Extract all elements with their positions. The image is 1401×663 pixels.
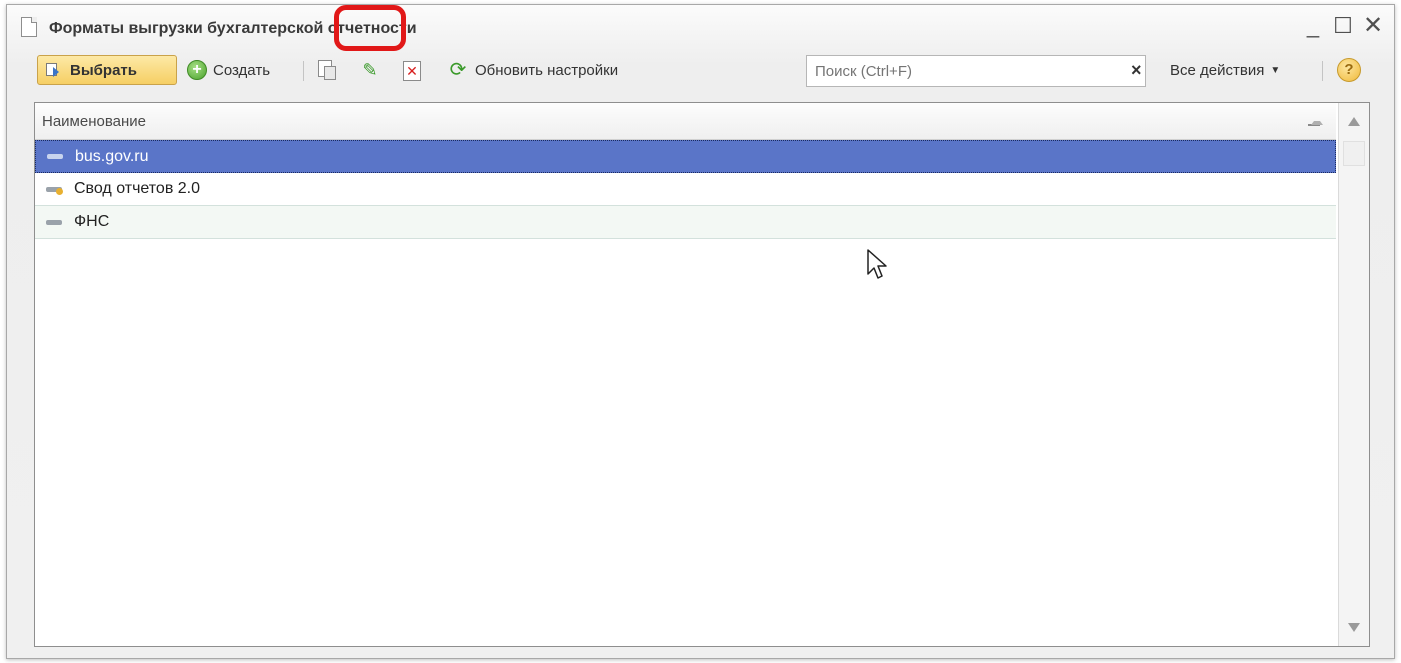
refresh-icon: ⟳ xyxy=(449,59,467,81)
select-icon xyxy=(44,61,64,79)
mouse-cursor-icon xyxy=(867,249,887,279)
copy-icon[interactable] xyxy=(316,59,338,81)
toolbar-separator xyxy=(303,61,304,81)
plus-icon: + xyxy=(187,60,207,80)
select-button-label: Выбрать xyxy=(70,61,137,79)
title-bar: Форматы выгрузки бухгалтерской отчетност… xyxy=(7,5,1394,49)
create-button-label: Создать xyxy=(213,61,271,79)
column-header-label: Наименование xyxy=(42,113,146,130)
chevron-down-icon: ▼ xyxy=(1270,64,1281,76)
scroll-thumb[interactable] xyxy=(1343,141,1365,166)
list-item-label: Свод отчетов 2.0 xyxy=(74,180,201,197)
select-button[interactable]: Выбрать xyxy=(37,55,177,85)
all-actions-menu[interactable]: Все действия ▼ xyxy=(1170,55,1280,85)
create-button[interactable]: + Создать xyxy=(187,55,270,85)
column-header-name[interactable]: Наименование xyxy=(35,103,1336,140)
pencil-icon: ✎ xyxy=(362,60,378,80)
list-item[interactable]: ФНС xyxy=(35,206,1336,239)
edit-button-highlight xyxy=(334,5,406,51)
scroll-up-icon[interactable] xyxy=(1348,117,1360,126)
toolbar: Выбрать + Создать ✎ ✕ ⟳ Обновить настрой… xyxy=(7,51,1394,87)
list-item-label: ФНС xyxy=(74,213,110,230)
list-item-label: bus.gov.ru xyxy=(75,147,149,165)
search-input[interactable] xyxy=(806,55,1146,87)
list-item[interactable]: Свод отчетов 2.0 xyxy=(35,173,1336,206)
item-icon xyxy=(46,219,62,225)
search-clear-button[interactable]: × xyxy=(1131,60,1142,81)
formats-list: Наименование bus.gov.ru Свод отчетов 2.0… xyxy=(34,102,1370,647)
close-button[interactable]: ✕ xyxy=(1362,14,1384,38)
edit-button[interactable]: ✎ xyxy=(359,59,381,81)
refresh-settings-button[interactable]: ⟳ Обновить настройки xyxy=(447,55,618,85)
sort-icon[interactable] xyxy=(1308,116,1323,126)
window: Форматы выгрузки бухгалтерской отчетност… xyxy=(6,4,1395,659)
refresh-settings-label: Обновить настройки xyxy=(475,61,619,79)
document-icon xyxy=(21,17,37,37)
vertical-scrollbar[interactable] xyxy=(1338,103,1369,646)
item-icon xyxy=(47,154,63,159)
maximize-button[interactable]: ☐ xyxy=(1332,15,1354,37)
toolbar-separator xyxy=(1322,61,1323,81)
scroll-down-icon[interactable] xyxy=(1348,623,1360,632)
list-item[interactable]: bus.gov.ru xyxy=(35,140,1336,173)
item-marked-icon xyxy=(46,186,63,195)
delete-button[interactable]: ✕ xyxy=(403,61,421,81)
minimize-button[interactable]: _ xyxy=(1302,15,1324,37)
delete-icon: ✕ xyxy=(406,63,418,79)
help-button[interactable]: ? xyxy=(1337,58,1361,82)
all-actions-label: Все действия xyxy=(1170,61,1265,79)
